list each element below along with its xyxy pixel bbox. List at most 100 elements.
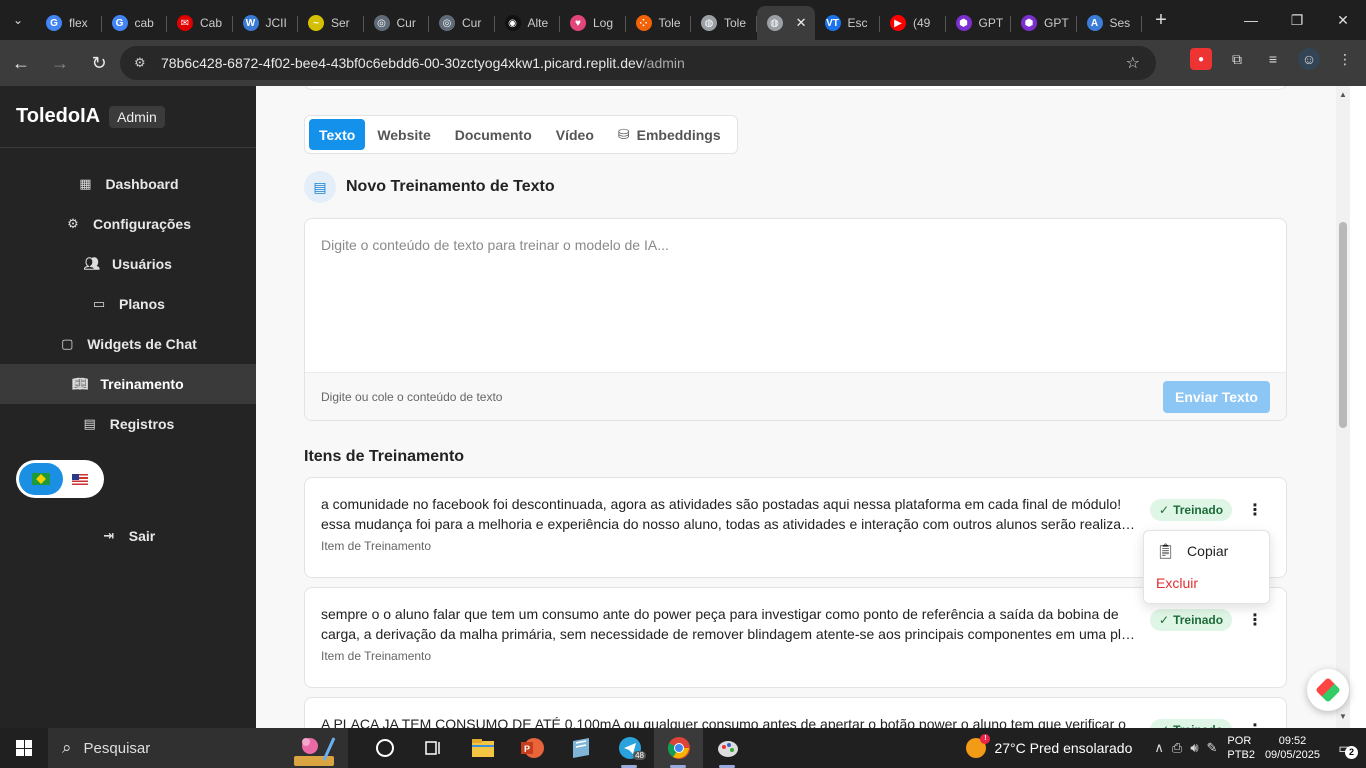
admin-badge: Admin (109, 105, 165, 128)
extensions-puzzle-icon[interactable]: ⧉ (1226, 48, 1248, 70)
tab-embeddings[interactable]: ⛁ Embeddings (606, 119, 733, 150)
globe-icon: ◍ (766, 15, 783, 31)
brazil-flag-icon (32, 473, 50, 485)
tab-website[interactable]: Website (365, 119, 442, 150)
tab-favicon-icon: ⁘ (635, 15, 652, 31)
tab-documento[interactable]: Documento (443, 119, 544, 150)
floating-widget-button[interactable] (1307, 669, 1349, 711)
browser-tab[interactable]: ⁘ Tole (626, 6, 692, 40)
book-icon: 📖︎ (72, 376, 89, 391)
browser-tab[interactable]: A Ses (1077, 6, 1143, 40)
windows-taskbar: ⌕ Pesquisar P 48 ! 27°C Pred ensolarado … (0, 728, 1366, 768)
previous-card-edge (304, 86, 1287, 90)
language-toggle[interactable] (16, 460, 104, 498)
url-host: 78b6c428-6872-4f02-bee4-43bf0c6ebdd6-00-… (161, 55, 643, 71)
browser-tab[interactable]: ⬢ GPT (1011, 6, 1077, 40)
new-tab-button[interactable]: + (1146, 9, 1176, 32)
sidebar-item-dashboard[interactable]: ▦ Dashboard (0, 164, 256, 204)
browser-tab[interactable]: ◎ Cur (429, 6, 495, 40)
training-type-tabs: Texto Website Documento Vídeo ⛁ Embeddings (304, 115, 738, 154)
page-scrollbar[interactable]: ▲ ▼ (1336, 86, 1350, 728)
taskbar-clock[interactable]: 09:52 09/05/2025 (1265, 734, 1320, 762)
site-info-icon[interactable]: ⚙ (134, 55, 152, 71)
restore-icon[interactable]: ❐ (1274, 0, 1320, 40)
more-options-icon[interactable]: ⋮ (1247, 608, 1263, 632)
meet-now-icon[interactable]: ⎙ (1172, 740, 1182, 756)
bookmark-star-icon[interactable]: ☆ (1126, 53, 1140, 73)
training-item-card: A PLACA JA TEM CONSUMO DE ATÉ 0,100mA ou… (304, 697, 1287, 728)
more-options-icon[interactable]: ⋮ (1247, 718, 1263, 728)
tab-favicon-icon: A (1086, 15, 1103, 31)
delete-menu-item[interactable]: Excluir (1144, 567, 1269, 599)
start-button[interactable] (0, 728, 48, 768)
close-window-icon[interactable]: ✕ (1320, 0, 1366, 40)
send-text-button[interactable]: Enviar Texto (1163, 380, 1270, 413)
chrome-menu-icon[interactable]: ⋮ (1334, 48, 1356, 70)
browser-tab[interactable]: ⬢ GPT (946, 6, 1012, 40)
weather-widget[interactable]: ! 27°C Pred ensolarado (966, 734, 1132, 758)
tab-title: Alte (527, 16, 549, 30)
tab-texto[interactable]: Texto (309, 119, 366, 150)
tab-title: Cur (396, 16, 416, 30)
browser-tab[interactable]: VT Esc (815, 6, 881, 40)
back-button[interactable]: ← (3, 45, 39, 81)
sidebar-item-treinamento[interactable]: 📖︎ Treinamento (0, 364, 256, 404)
logout-button[interactable]: ⇥ Sair (0, 516, 256, 556)
item-text-line1: a comunidade no facebook foi descontinua… (321, 496, 1122, 512)
scroll-down-icon[interactable]: ▼ (1338, 712, 1348, 721)
browser-tab[interactable]: ~ Ser (298, 6, 364, 40)
task-view-icon[interactable] (409, 728, 458, 768)
notification-center-icon[interactable]: ▭ 2 (1332, 728, 1358, 768)
powerpoint-icon[interactable]: P (507, 728, 556, 768)
database-icon: ⛁ (617, 126, 630, 142)
lang-option-pt[interactable] (19, 463, 63, 495)
telegram-icon[interactable]: 48 (605, 728, 654, 768)
browser-tab[interactable]: ◉ Alte (495, 6, 561, 40)
training-text-input[interactable] (305, 219, 1286, 372)
browser-tab[interactable]: ▶ (49 (880, 6, 946, 40)
browser-tab[interactable]: ✉ Cab (167, 6, 233, 40)
media-control-icon[interactable]: ≡ (1262, 48, 1284, 70)
browser-tab[interactable]: Gcab (102, 6, 168, 40)
sidebar-item-usu-rios[interactable]: 👥︎ Usuários (0, 244, 256, 284)
more-options-icon[interactable]: ⋮ (1247, 498, 1263, 522)
scroll-up-icon[interactable]: ▲ (1338, 90, 1348, 99)
minimize-icon[interactable]: — (1228, 0, 1274, 40)
taskbar-search[interactable]: ⌕ Pesquisar (48, 728, 348, 768)
forward-button[interactable]: → (42, 45, 78, 81)
sidebar-item-widgets-de-chat[interactable]: ▢ Widgets de Chat (0, 324, 256, 364)
chrome-icon[interactable] (654, 728, 703, 768)
close-tab-icon[interactable]: ✕ (796, 15, 807, 31)
sidebar-item-configura-es[interactable]: ⚙ Configurações (0, 204, 256, 244)
volume-icon[interactable]: 🔊︎ (1190, 740, 1198, 756)
pen-icon[interactable]: ✎ (1207, 740, 1218, 756)
browser-tab[interactable]: ♥ Log (560, 6, 626, 40)
tab-search-dropdown-icon[interactable]: ⌄ (0, 0, 36, 40)
profile-avatar[interactable]: ☺ (1298, 48, 1320, 70)
file-explorer-icon[interactable] (458, 728, 507, 768)
lang-line2: PTB2 (1227, 749, 1255, 761)
keyboard-language[interactable]: POR PTB2 (1227, 734, 1255, 762)
tab-title: Log (593, 16, 614, 30)
cortana-icon[interactable] (360, 728, 409, 768)
sidebar-item-registros[interactable]: ▤ Registros (0, 404, 256, 444)
extension-record-icon[interactable]: ● (1190, 48, 1212, 70)
us-flag-icon[interactable] (72, 473, 88, 485)
browser-tab[interactable]: W JCII (233, 6, 299, 40)
browser-tab[interactable]: ◎ Cur (364, 6, 430, 40)
tab-label: Embeddings (636, 126, 721, 143)
copy-menu-item[interactable]: 📋︎ Copiar (1144, 535, 1269, 567)
address-bar[interactable]: ⚙ 78b6c428-6872-4f02-bee4-43bf0c6ebdd6-0… (120, 46, 1156, 80)
sidebar-item-planos[interactable]: ▭ Planos (0, 284, 256, 324)
sidebar-item-label: Usuários (112, 256, 172, 272)
item-subtitle: Item de Treinamento (321, 649, 432, 663)
browser-tab[interactable]: ◍ Tole (691, 6, 757, 40)
tab-vdeo[interactable]: Vídeo (544, 119, 606, 150)
chevron-up-icon[interactable]: ∧ (1154, 740, 1164, 756)
browser-tab-active[interactable]: ◍ ✕ (756, 6, 815, 40)
scrollbar-thumb[interactable] (1339, 222, 1347, 428)
paint-app-icon[interactable] (703, 728, 752, 768)
notes-app-icon[interactable] (556, 728, 605, 768)
browser-tab[interactable]: Gflex (36, 6, 102, 40)
reload-button[interactable]: ↻ (81, 45, 117, 81)
